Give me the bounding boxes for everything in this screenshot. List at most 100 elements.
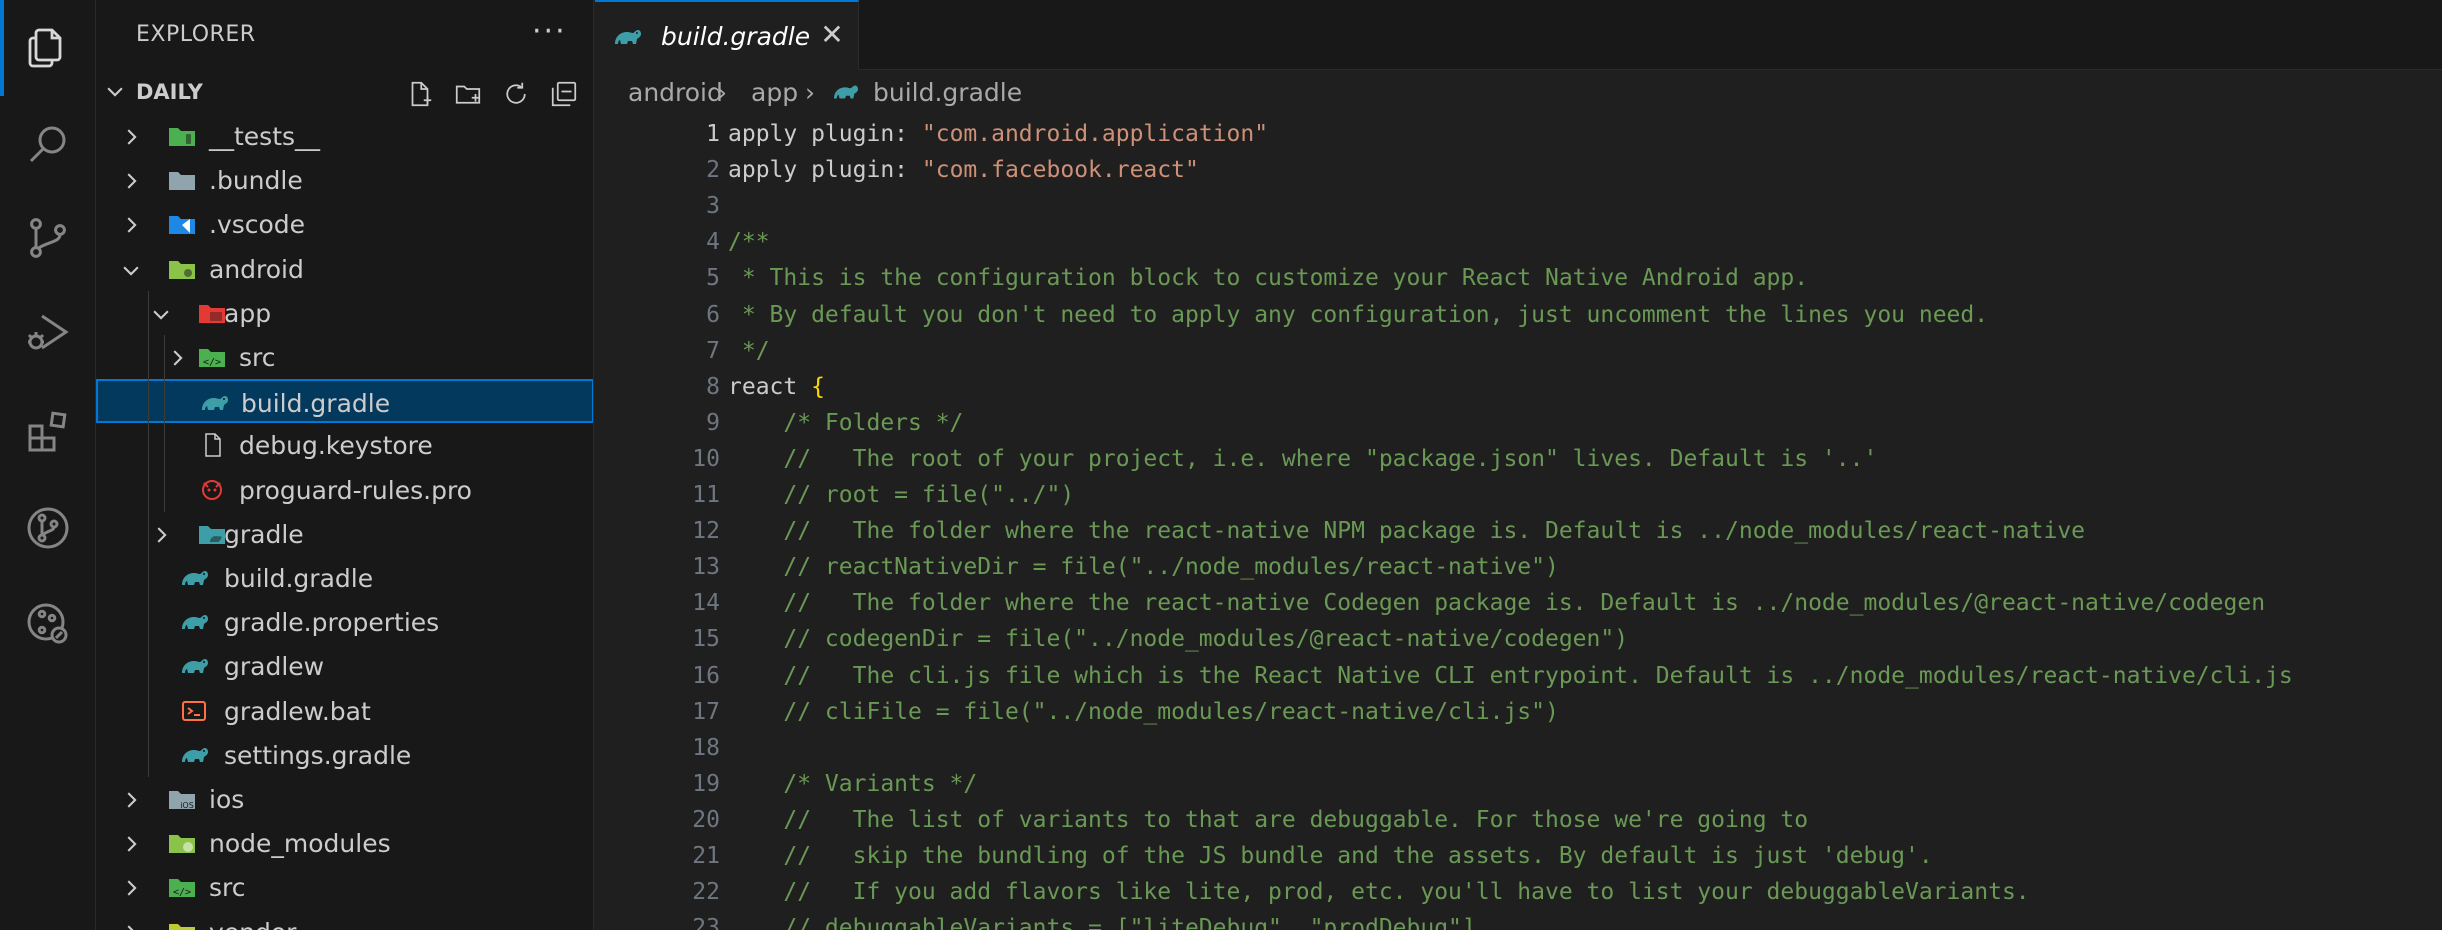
gradle-icon (180, 742, 208, 768)
explorer-icon[interactable] (0, 0, 96, 96)
chevron-right-icon (120, 125, 142, 147)
line-content: /* Variants */ (728, 766, 977, 802)
tab-build-gradle[interactable]: build.gradle ✕ (595, 0, 859, 70)
code-line: 4 /** (595, 224, 2442, 260)
line-number: 18 (692, 734, 720, 761)
new-folder-icon[interactable] (450, 76, 486, 112)
breadcrumb-item-file[interactable]: build.gradle (873, 78, 1022, 107)
refresh-icon[interactable] (498, 76, 534, 112)
sidebar-title: EXPLORER (136, 22, 256, 47)
tree-item-build-gradle[interactable]: build.gradle (96, 556, 593, 600)
code-token: apply plugin: (728, 121, 922, 147)
gradle-icon (200, 390, 228, 416)
tree-item-src[interactable]: </> src (96, 865, 593, 909)
line-number: 4 (706, 229, 720, 256)
remote-explorer-icon[interactable] (0, 576, 96, 672)
line-content: // cliFile = file("../node_modules/react… (728, 694, 1558, 730)
tree-item-tests[interactable]: __tests__ (96, 114, 593, 158)
gradle-icon (180, 653, 208, 679)
code-line: 9 /* Folders */ (595, 405, 2442, 441)
line-content: /** (728, 224, 770, 260)
tree-item-settings-gradle[interactable]: settings.gradle (96, 733, 593, 777)
code-line: 19 /* Variants */ (595, 766, 2442, 802)
string-token: "com.android.application" (921, 121, 1269, 147)
workspace-section-header[interactable]: DAILY (96, 70, 593, 114)
svg-text:</>: </> (173, 887, 191, 898)
tree-item-bundle[interactable]: .bundle (96, 158, 593, 202)
line-number: 19 (692, 770, 720, 797)
git-graph-icon[interactable] (0, 480, 96, 576)
tree-item-node-modules[interactable]: node_modules (96, 821, 593, 865)
line-content: // debuggableVariants = ["liteDebug", "p… (728, 910, 1476, 930)
tree-item-src[interactable]: </> src (96, 335, 593, 379)
file-icon (198, 432, 226, 458)
tab-label: build.gradle (661, 22, 811, 51)
tree-item-gradlew-bat[interactable]: gradlew.bat (96, 689, 593, 733)
tree-item-label: vendor (209, 918, 296, 930)
tree-item-android[interactable]: android (96, 247, 593, 291)
breadcrumb: android › app › build.gradle (595, 70, 2442, 116)
collapse-all-icon[interactable] (546, 76, 582, 112)
line-content: * By default you don't need to apply any… (728, 297, 1988, 333)
line-number: 10 (692, 445, 720, 472)
tree-item-proguard-rules-pro[interactable]: proguard-rules.pro (96, 468, 593, 512)
tree-item-app[interactable]: app (96, 291, 593, 335)
folder-vscode-icon (168, 211, 196, 237)
comment-token: // The cli.js file which is the React Na… (728, 662, 2293, 689)
code-line: 1 apply plugin: "com.android.application" (595, 116, 2442, 152)
code-line: 13 // reactNativeDir = file("../node_mod… (595, 549, 2442, 585)
folder-android-icon (168, 256, 196, 282)
line-number: 13 (692, 554, 720, 581)
comment-token: // debuggableVariants = ["liteDebug", "p… (728, 915, 1476, 930)
extensions-icon[interactable] (0, 384, 96, 480)
tree-item-vscode[interactable]: .vscode (96, 202, 593, 246)
breadcrumb-item-app[interactable]: app (751, 78, 798, 107)
folder-src-icon: </> (168, 874, 196, 900)
line-content: // The folder where the react-native NPM… (728, 513, 2085, 549)
code-line: 14 // The folder where the react-native … (595, 585, 2442, 621)
tree-item-debug-keystore[interactable]: debug.keystore (96, 423, 593, 467)
close-tab-icon[interactable]: ✕ (817, 20, 847, 50)
tree-item-label: gradlew.bat (224, 696, 371, 726)
line-content: /* Folders */ (728, 405, 963, 441)
more-actions-icon[interactable]: ··· (532, 14, 567, 49)
tree-item-ios[interactable]: iOS ios (96, 777, 593, 821)
code-editor[interactable]: 1 apply plugin: "com.android.application"… (595, 116, 2442, 930)
svg-text:</>: </> (203, 357, 221, 368)
sidebar-header: EXPLORER ··· (96, 0, 593, 70)
gradle-icon (180, 565, 208, 591)
code-line: 5 * This is the configuration block to c… (595, 260, 2442, 296)
code-line: 6 * By default you don't need to apply a… (595, 297, 2442, 333)
source-control-icon[interactable] (0, 190, 96, 286)
tree-item-label: gradle.properties (224, 608, 440, 638)
chevron-right-icon (150, 523, 172, 545)
tree-item-label: .vscode (209, 210, 306, 240)
tree-item-label: app (224, 298, 272, 328)
tree-item-gradle[interactable]: gradle (96, 512, 593, 556)
run-debug-icon[interactable] (0, 284, 96, 380)
chevron-down-icon (120, 258, 142, 280)
string-token: "com.facebook.react" (921, 157, 1199, 184)
tree-item-gradlew[interactable]: gradlew (96, 644, 593, 688)
code-line: 2 apply plugin: "com.facebook.react" (595, 152, 2442, 188)
line-number: 7 (706, 337, 720, 364)
line-content: // reactNativeDir = file("../node_module… (728, 549, 1558, 585)
comment-token: * This is the configuration block to cus… (728, 265, 1809, 292)
tree-item-gradle-properties[interactable]: gradle.properties (96, 600, 593, 644)
search-icon[interactable] (0, 96, 96, 192)
folder-icon (168, 167, 196, 193)
new-file-icon[interactable] (402, 76, 438, 112)
tree-item-label: debug.keystore (239, 431, 433, 461)
tree-item-label: gradle (224, 519, 304, 549)
tree-item-build-gradle[interactable]: build.gradle (96, 379, 593, 424)
line-number: 17 (692, 698, 720, 725)
tree-item-vendor[interactable]: vendor (96, 910, 593, 930)
comment-token: // The folder where the react-native NPM… (728, 518, 2086, 545)
line-number: 20 (692, 806, 720, 833)
tab-bar: build.gradle ✕ (595, 0, 2442, 70)
chevron-right-icon (120, 169, 142, 191)
tree-item-label: proguard-rules.pro (239, 475, 472, 505)
code-token: react (728, 373, 812, 400)
tree-item-label: build.gradle (224, 564, 374, 593)
breadcrumb-item-android[interactable]: android (628, 78, 723, 107)
